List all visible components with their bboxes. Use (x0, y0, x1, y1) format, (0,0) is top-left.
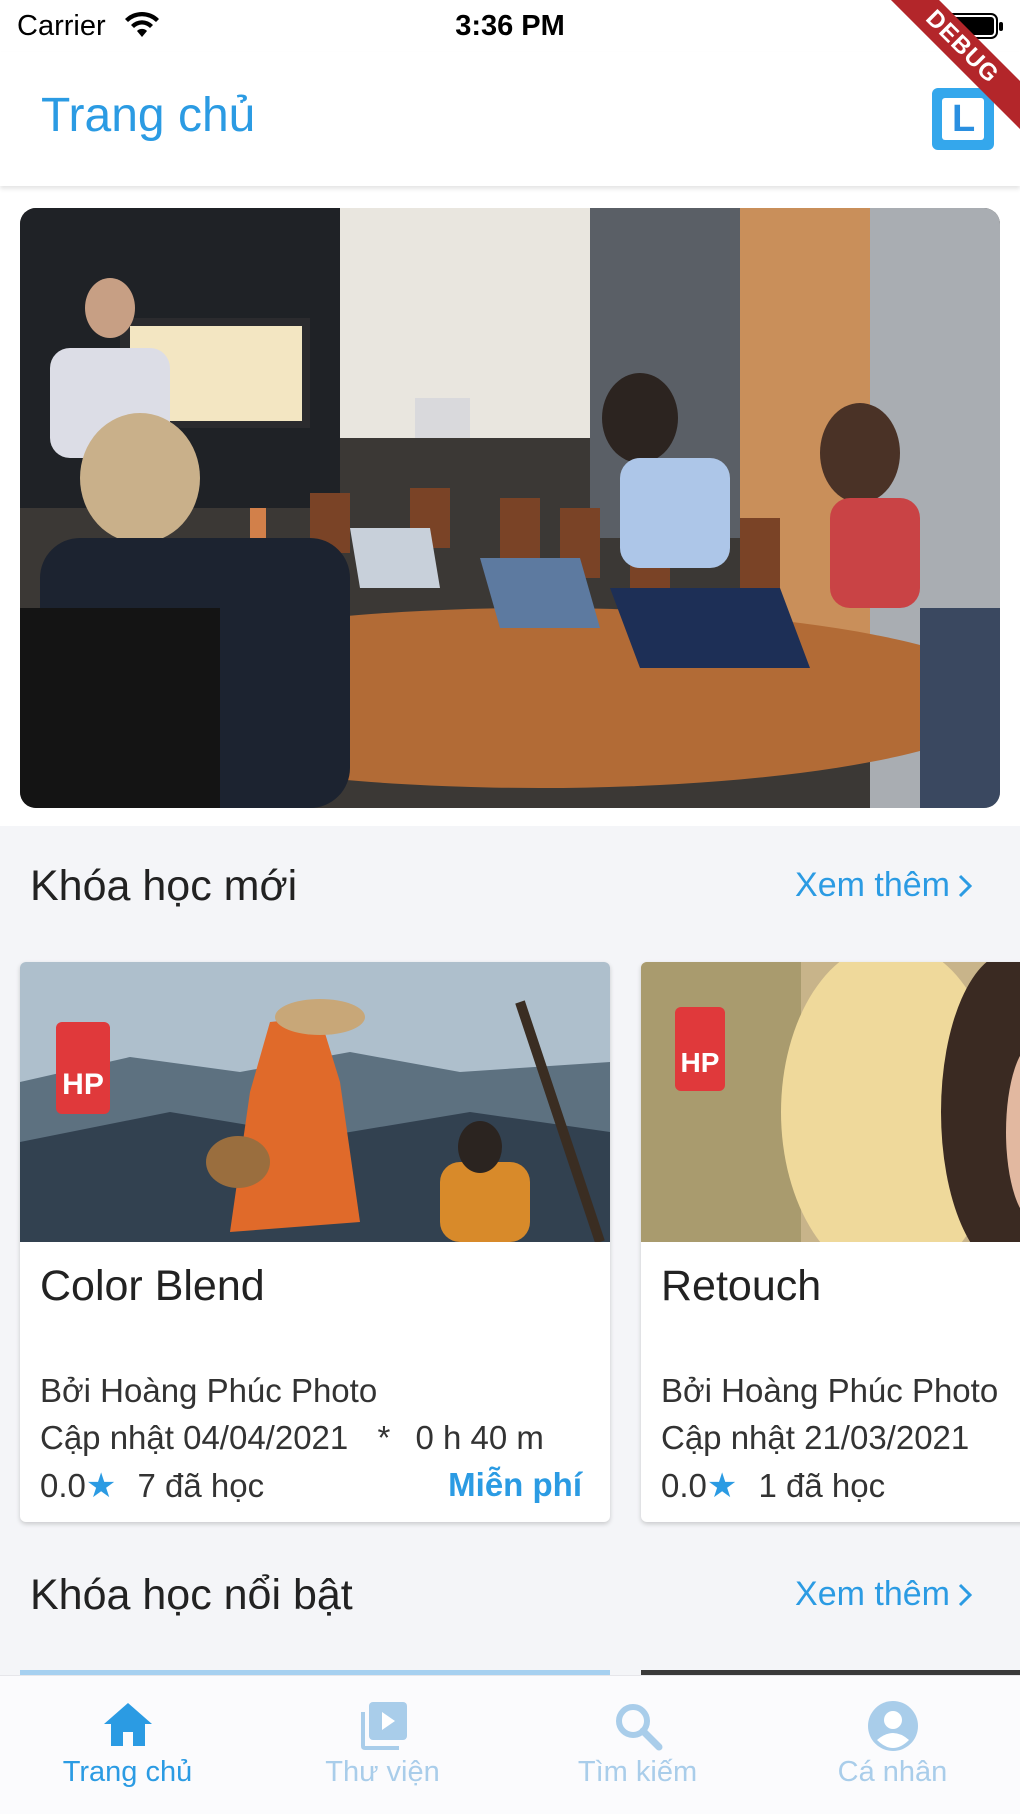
nav-item-home[interactable]: Trang chủ (0, 1676, 255, 1814)
hp-badge-label: HP (62, 1068, 104, 1101)
bottom-nav: Trang chủ Thư viện Tìm kiếm Cá nhân (0, 1675, 1020, 1814)
nav-item-profile[interactable]: Cá nhân (765, 1676, 1020, 1814)
hp-badge-label: HP (680, 1047, 720, 1078)
status-time: 3:36 PM (455, 10, 565, 42)
home-icon (104, 1703, 152, 1746)
course-thumbnail: HP (20, 962, 610, 1242)
course-rating: 0.0 (661, 1467, 707, 1504)
hp-badge: HP (675, 1007, 725, 1091)
course-thumbnail-image-icon (641, 962, 1020, 1242)
course-separator: * (377, 1419, 391, 1456)
app-bar: Trang chủ L (0, 52, 1020, 186)
course-stats-line: 0.0★ 1 đã học (661, 1466, 885, 1506)
status-bar: Carrier 3:36 PM (0, 0, 1020, 52)
hero-banner-image[interactable] (20, 208, 1000, 808)
account-icon (868, 1701, 918, 1751)
logo-icon: L (942, 98, 984, 140)
course-title: Retouch (661, 1262, 822, 1310)
course-author: Bởi Hoàng Phúc Photo (40, 1372, 378, 1409)
video-library-icon (361, 1702, 407, 1750)
course-price: Miễn phí (448, 1466, 582, 1503)
see-more-label: Xem thêm (795, 1575, 950, 1613)
course-rating: 0.0 (40, 1467, 86, 1504)
star-icon: ★ (85, 1467, 117, 1505)
course-duration: 0 h 40 m (415, 1419, 544, 1456)
course-card[interactable]: HP Retouch Bởi Hoàng Phúc Photo Cập nhật… (641, 962, 1020, 1522)
course-learners: 7 đã học (137, 1467, 265, 1504)
meeting-photo-icon (20, 208, 1000, 808)
chevron-right-icon (958, 1583, 972, 1606)
nav-item-search[interactable]: Tìm kiếm (510, 1676, 765, 1814)
course-stats-line: 0.0★ 7 đã học (40, 1466, 264, 1506)
nav-label: Tìm kiếm (577, 1756, 698, 1788)
nav-label: Trang chủ (62, 1756, 193, 1788)
hero-section (0, 186, 1020, 826)
course-updated: Cập nhật 04/04/2021 (40, 1419, 349, 1456)
nav-label: Cá nhân (837, 1756, 948, 1788)
featured-courses-title: Khóa học nổi bật (30, 1571, 353, 1619)
app-logo[interactable]: L (932, 88, 994, 150)
course-updated-line: Cập nhật 04/04/2021 * 0 h 40 m (40, 1419, 544, 1457)
new-courses-title: Khóa học mới (30, 862, 298, 910)
course-card[interactable]: HP Color Blend Bởi Hoàng Phúc Photo Cập … (20, 962, 610, 1522)
featured-courses-see-more[interactable]: Xem thêm (795, 1575, 972, 1614)
course-author: Bởi Hoàng Phúc Photo (661, 1372, 999, 1409)
logo-letter: L (952, 98, 976, 140)
nav-label: Thư viện (325, 1756, 440, 1788)
search-icon (616, 1704, 663, 1751)
star-icon: ★ (706, 1467, 738, 1505)
course-thumbnail: HP (641, 962, 1020, 1242)
nav-item-library[interactable]: Thư viện (255, 1676, 510, 1814)
hp-badge: HP (56, 1022, 110, 1114)
course-learners: 1 đã học (758, 1467, 886, 1504)
see-more-label: Xem thêm (795, 866, 950, 904)
new-courses-see-more[interactable]: Xem thêm (795, 866, 972, 905)
chevron-right-icon (958, 874, 972, 897)
course-title: Color Blend (40, 1262, 265, 1310)
course-updated: Cập nhật 21/03/2021 (661, 1419, 970, 1456)
page-title: Trang chủ (41, 89, 256, 142)
